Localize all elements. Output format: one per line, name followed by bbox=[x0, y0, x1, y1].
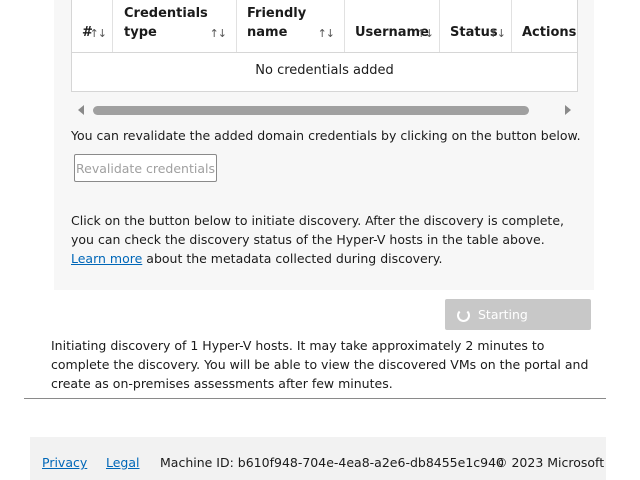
scroll-right-arrow-icon[interactable] bbox=[565, 105, 571, 115]
scrollbar-thumb[interactable] bbox=[93, 106, 529, 115]
table-header: # ↑↓ Credentials type ↑↓ Friendly name ↑… bbox=[72, 0, 577, 53]
legal-link[interactable]: Legal bbox=[106, 454, 140, 472]
spinner-icon bbox=[457, 309, 470, 322]
copyright: © 2023 Microsoft bbox=[495, 455, 605, 470]
revalidate-credentials-button[interactable]: Revalidate credentials bbox=[74, 154, 217, 182]
sort-icon[interactable]: ↑↓ bbox=[417, 27, 434, 40]
column-header-actions: Actions bbox=[512, 0, 579, 52]
column-header-credentials-type[interactable]: Credentials type ↑↓ bbox=[113, 0, 237, 52]
discovery-status-message: Initiating discovery of 1 Hyper-V hosts.… bbox=[51, 338, 589, 391]
column-header-label: Friendly name bbox=[247, 6, 307, 40]
discovery-info-text-start: Click on the button below to initiate di… bbox=[71, 213, 564, 247]
column-header-label: Actions bbox=[522, 25, 577, 40]
column-header-status[interactable]: Status ↑↓ bbox=[440, 0, 512, 52]
sort-icon[interactable]: ↑↓ bbox=[210, 27, 227, 40]
column-header-friendly-name[interactable]: Friendly name ↑↓ bbox=[237, 0, 345, 52]
sort-icon[interactable]: ↑↓ bbox=[90, 27, 107, 40]
discovery-info-text-end: about the metadata collected during disc… bbox=[146, 251, 443, 266]
column-header-username[interactable]: Username ↑↓ bbox=[345, 0, 440, 52]
column-header-label: Credentials type bbox=[124, 6, 208, 40]
sort-icon[interactable]: ↑↓ bbox=[489, 27, 506, 40]
scroll-left-arrow-icon[interactable] bbox=[78, 105, 84, 115]
credentials-table: # ↑↓ Credentials type ↑↓ Friendly name ↑… bbox=[71, 0, 578, 92]
machine-id: Machine ID: b610f948-704e-4ea8-a2e6-db84… bbox=[160, 455, 505, 470]
revalidate-help-text: You can revalidate the added domain cred… bbox=[71, 128, 581, 143]
column-header-number[interactable]: # ↑↓ bbox=[72, 0, 113, 52]
empty-table-message: No credentials added bbox=[255, 63, 394, 78]
footer: Privacy Legal Machine ID: b610f948-704e-… bbox=[30, 437, 606, 480]
discovery-info-text: Click on the button below to initiate di… bbox=[71, 211, 581, 268]
divider bbox=[24, 398, 606, 399]
starting-discovery-button[interactable]: Starting Discovery bbox=[445, 299, 591, 353]
learn-more-link[interactable]: Learn more bbox=[71, 251, 142, 266]
horizontal-scrollbar[interactable] bbox=[71, 100, 578, 120]
sort-icon[interactable]: ↑↓ bbox=[318, 27, 335, 40]
privacy-link[interactable]: Privacy bbox=[42, 454, 87, 472]
